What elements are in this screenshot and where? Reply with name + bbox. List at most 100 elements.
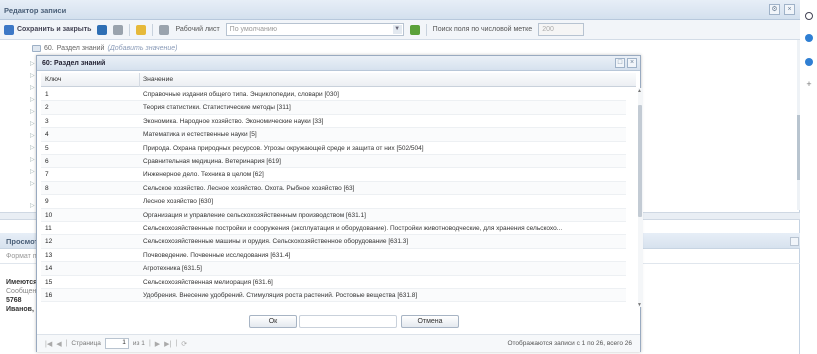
column-header-key[interactable]: Ключ — [45, 76, 61, 83]
expand-icon: ▷ — [30, 132, 35, 139]
row-value: Лесное хозяйство [630] — [143, 198, 214, 206]
row-key: 12 — [45, 238, 53, 246]
toolbar-divider — [152, 23, 154, 36]
pager-divider: | — [65, 340, 68, 347]
row-value: Математика и естественные науки [5] — [143, 131, 257, 139]
table-row[interactable]: 5 Природа. Охрана природных ресурсов. Угр… — [41, 142, 626, 155]
first-page-icon[interactable]: |◀ — [45, 340, 52, 348]
expand-icon: ▷ — [30, 96, 35, 103]
row-value: Природа. Охрана природных ресурсов. Угро… — [143, 144, 424, 152]
tree-root-label: Раздел знаний — [56, 45, 105, 52]
table-row[interactable]: 2 Теория статистики. Статистические метод… — [41, 101, 626, 115]
floppy-icon[interactable] — [97, 24, 108, 35]
expand-icon: ▷ — [30, 84, 35, 91]
table-row[interactable]: 12 Сельскохозяйственные машины и орудия. … — [41, 235, 626, 249]
editor-title: Редактор записи — [0, 0, 800, 20]
field-values-dialog: 60: Раздел знаний □ × Ключ Значение 1 Спр… — [36, 55, 643, 352]
expand-icon: ▷ — [30, 108, 35, 115]
table-row[interactable]: 14 Агротехника [631.5] — [41, 262, 626, 276]
table-row[interactable]: 8 Сельское хозяйство. Лесное хозяйство. О… — [41, 181, 626, 196]
table-row[interactable]: 6 Сравнительная медицина. Ветеринария [61… — [41, 155, 626, 169]
expand-icon: ▷ — [30, 144, 35, 151]
save-close-label: Сохранить и закрыть — [17, 26, 92, 33]
row-key: 14 — [45, 265, 53, 273]
toolbar-divider — [129, 23, 131, 36]
row-value: Справочные издания общего типа. Энциклоп… — [143, 91, 339, 98]
row-key: 6 — [45, 158, 49, 165]
table-row[interactable]: 7 Инженерное дело. Техника в целом [62] — [41, 168, 626, 182]
scroll-up-icon[interactable]: ▲ — [637, 88, 642, 94]
add-value-link[interactable]: (Добавить значение) — [107, 45, 177, 52]
page-number-input[interactable]: 1 — [104, 338, 129, 349]
expand-icon: ▷ — [30, 180, 35, 187]
row-key: 5 — [45, 144, 49, 152]
lightning-icon[interactable] — [136, 24, 147, 35]
expand-icon: ▷ — [30, 202, 35, 209]
pager-divider: | — [175, 340, 178, 347]
workspace-select[interactable]: По умолчанию ▼ — [225, 23, 404, 36]
dialog-buttons: Ок Отмена — [37, 313, 640, 331]
close-icon[interactable]: × — [627, 58, 637, 68]
prev-page-icon[interactable]: ◀ — [56, 340, 61, 348]
table-row[interactable]: 13 Почвоведение. Почвенные исследования [… — [41, 249, 626, 263]
tree-root-row[interactable]: 60. Раздел знаний (Добавить значение) — [32, 45, 178, 52]
chevron-down-icon[interactable]: ▼ — [392, 25, 402, 34]
settings-icon[interactable] — [409, 24, 420, 35]
last-page-icon[interactable]: ▶| — [164, 340, 171, 348]
expand-icon: ▷ — [30, 60, 35, 67]
refresh-icon[interactable]: ⟳ — [181, 340, 187, 348]
column-divider[interactable] — [139, 73, 140, 87]
editor-scrollbar-thumb[interactable] — [797, 115, 800, 180]
ok-button[interactable]: Ок — [249, 315, 297, 328]
table-row[interactable]: 16 Удобрения. Внесение удобрений. Стимуля… — [41, 289, 626, 303]
list-icon[interactable] — [159, 24, 170, 35]
page-count-label: из 1 — [132, 340, 145, 347]
row-key: 1 — [45, 91, 49, 98]
table-row[interactable]: 10 Организация и управление сельскохозяйс… — [41, 208, 626, 222]
expand-icon: ▷ — [30, 72, 35, 79]
maximize-icon[interactable]: □ — [615, 58, 625, 68]
editor-toolbar: Сохранить и закрыть Рабочий лист По умол… — [0, 20, 800, 40]
row-key: 13 — [45, 251, 53, 259]
row-key: 16 — [45, 292, 53, 299]
row-value: Сельскохозяйственная мелиорация [631.6] — [143, 278, 273, 286]
selected-value-field[interactable] — [299, 315, 397, 328]
table-row[interactable]: 9 Лесное хозяйство [630] — [41, 195, 626, 209]
row-value: Инженерное дело. Техника в целом [62] — [143, 171, 264, 179]
close-icon[interactable]: × — [784, 4, 795, 15]
scroll-down-icon[interactable]: ▼ — [637, 302, 642, 308]
row-value: Сельскохозяйственные машины и орудия. Се… — [143, 238, 409, 246]
plus-icon[interactable]: + — [805, 80, 813, 89]
row-key: 2 — [45, 104, 49, 112]
row-value: Сравнительная медицина. Ветеринария [619… — [143, 158, 281, 165]
search-icon[interactable] — [805, 12, 813, 20]
tree-root-code: 60. — [44, 45, 54, 52]
search-field-input[interactable]: 200 — [538, 23, 585, 36]
dialog-tools: □ × — [615, 58, 637, 68]
dialog-title: 60: Раздел знаний — [42, 60, 106, 67]
help-icon[interactable] — [805, 58, 813, 66]
table-row[interactable]: 1 Справочные издания общего типа. Энцикло… — [41, 88, 626, 102]
row-key: 8 — [45, 184, 49, 192]
next-page-icon[interactable]: ▶ — [155, 340, 160, 348]
workspace-select-value: По умолчанию — [229, 26, 277, 33]
preview-panel-tool[interactable] — [790, 237, 799, 246]
expand-icon: ▷ — [30, 168, 35, 175]
table-row[interactable]: 11 Сельскохозяйственные постройки и соору… — [41, 222, 626, 236]
column-header-value[interactable]: Значение — [143, 76, 173, 83]
info-icon[interactable] — [805, 34, 813, 42]
table-row[interactable]: 3 Экономика. Народное хозяйство. Экономич… — [41, 115, 626, 129]
cancel-button[interactable]: Отмена — [401, 315, 459, 328]
table-row[interactable]: 15 Сельскохозяйственная мелиорация [631.6… — [41, 276, 626, 289]
gear-icon[interactable]: ⚙ — [769, 4, 780, 15]
save-close-button[interactable]: Сохранить и закрыть — [4, 24, 92, 35]
grid-scrollbar-thumb[interactable] — [638, 105, 642, 217]
grid-body: 1 Справочные издания общего типа. Энцикло… — [41, 88, 636, 307]
right-toolstrip: + — [801, 0, 817, 354]
row-value: Теория статистики. Статистические методы… — [143, 104, 291, 112]
refresh-icon[interactable] — [113, 24, 124, 35]
row-value: Сельское хозяйство. Лесное хозяйство. Ох… — [143, 184, 355, 192]
grid-header: Ключ Значение — [41, 73, 636, 87]
table-row[interactable]: 4 Математика и естественные науки [5] — [41, 128, 626, 142]
row-value: Почвоведение. Почвенные исследования [63… — [143, 251, 291, 259]
